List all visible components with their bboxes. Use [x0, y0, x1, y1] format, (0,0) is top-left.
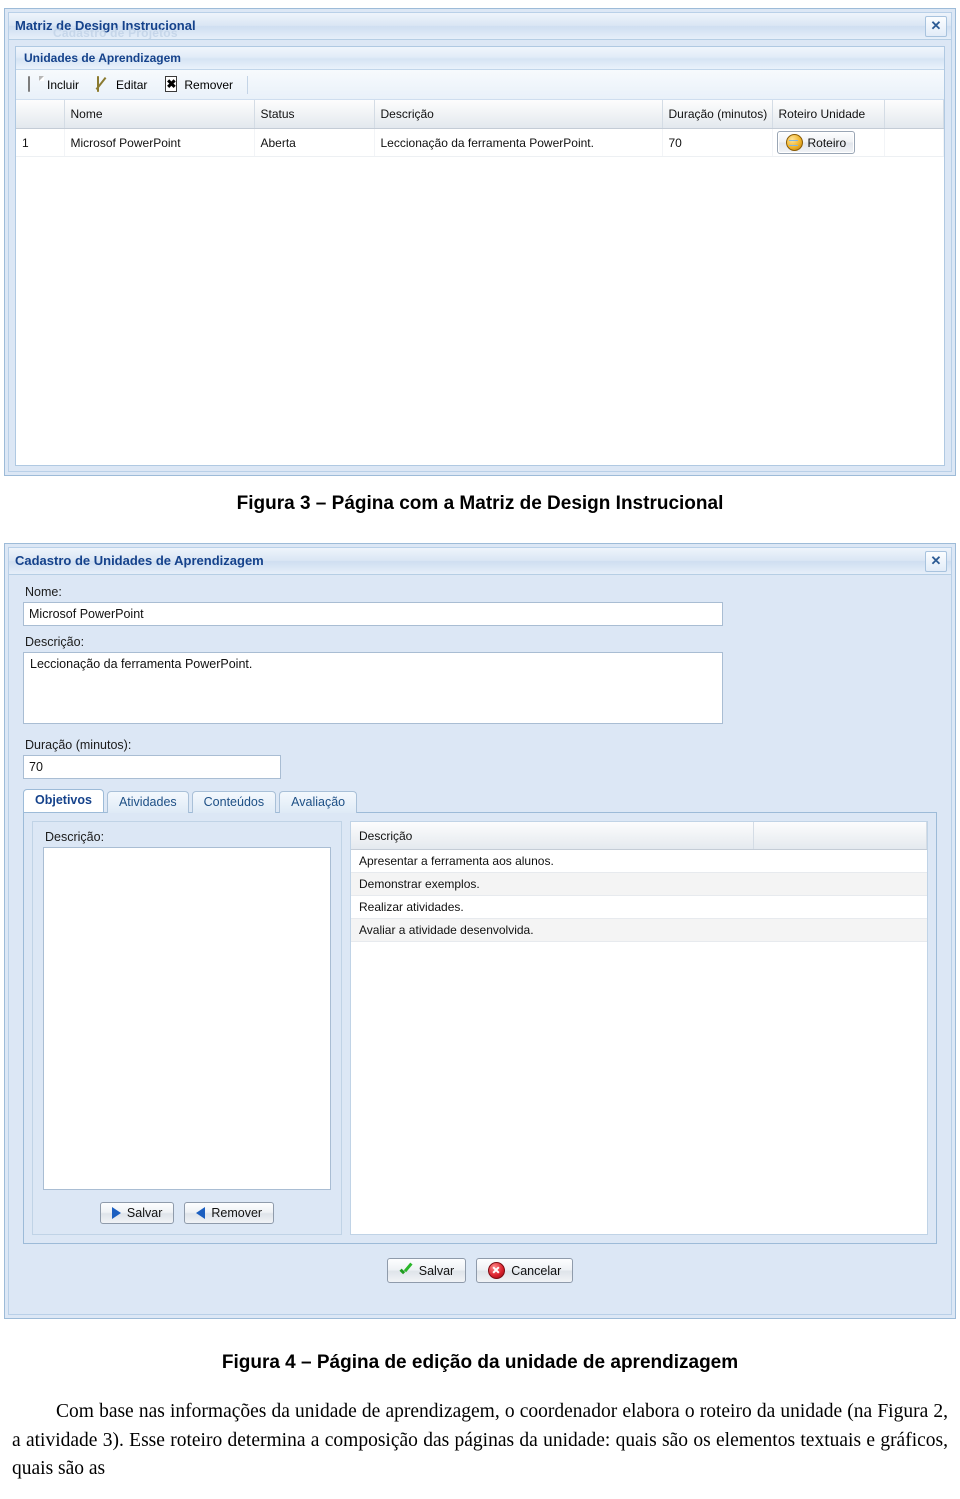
tab-panel-objetivos: Descrição: Salvar Remover Descrição Apre…	[23, 812, 937, 1244]
window1-titlebar: Matriz de Design Instrucional ✕	[9, 13, 951, 40]
objetivo-text: Avaliar a atividade desenvolvida.	[351, 918, 754, 942]
incluir-label: Incluir	[47, 77, 80, 92]
figure-3-caption: Figura 3 – Página com a Matriz de Design…	[236, 493, 724, 514]
cell-descricao: Leccionação da ferramenta PowerPoint.	[374, 128, 663, 157]
cell-nome: Microsof PowerPoint	[64, 128, 255, 157]
cancel-icon	[488, 1262, 506, 1279]
col-nome[interactable]: Nome	[64, 100, 255, 129]
obj-col-spacer[interactable]	[753, 822, 927, 850]
unidades-grid: Nome Status Descrição Duração (minutos) …	[16, 100, 944, 455]
tab-atividades[interactable]: Atividades	[106, 791, 189, 813]
unidades-aprendizagem-panel: Unidades de Aprendizagem Incluir Editar …	[15, 46, 945, 466]
roteiro-button-label: Roteiro	[807, 135, 847, 150]
nome-label: Nome:	[25, 585, 62, 599]
pencil-icon	[97, 76, 112, 92]
cancel-button[interactable]: Cancelar	[476, 1258, 574, 1283]
objetivo-salvar-label: Salvar	[126, 1206, 163, 1220]
unidade-form: Nome: Descrição: Duração (minutos):	[9, 575, 951, 779]
cancel-button-label: Cancelar	[511, 1263, 562, 1278]
roteiro-button[interactable]: Roteiro	[776, 131, 856, 154]
incluir-button[interactable]: Incluir	[22, 74, 85, 95]
editar-button[interactable]: Editar	[91, 74, 153, 95]
objetivos-header-row: Descrição	[351, 822, 927, 850]
window2-titlebar: Cadastro de Unidades de Aprendizagem ✕	[9, 548, 951, 575]
duracao-input[interactable]	[23, 755, 281, 779]
objetivos-list-pane: Descrição Apresentar a ferramenta aos al…	[350, 821, 928, 1235]
objetivo-button-bar: Salvar Remover	[43, 1190, 331, 1226]
window1-title-text: Matriz de Design Instrucional	[15, 18, 196, 33]
col-status[interactable]: Status	[254, 100, 375, 129]
objetivo-remover-label: Remover	[211, 1206, 263, 1220]
window2-inner: Cadastro de Unidades de Aprendizagem ✕ N…	[8, 547, 952, 1315]
figure-4-caption: Figura 4 – Página de edição da unidade d…	[221, 1352, 739, 1373]
table-row[interactable]: 1 Microsof PowerPoint Aberta Leccionação…	[16, 128, 944, 157]
globe-icon	[785, 134, 803, 151]
grid-header-row: Nome Status Descrição Duração (minutos) …	[16, 100, 944, 129]
window1-inner: Matriz de Design Instrucional ✕ Cadastro…	[8, 12, 952, 472]
col-descricao[interactable]: Descrição	[374, 100, 663, 129]
tab-avaliacao[interactable]: Avaliação	[279, 791, 358, 813]
descricao-textarea[interactable]	[23, 652, 723, 724]
col-duracao[interactable]: Duração (minutos)	[662, 100, 773, 129]
editar-label: Editar	[116, 77, 148, 92]
tab-objetivos[interactable]: Objetivos	[23, 789, 104, 812]
remover-button[interactable]: ✖ Remover	[159, 74, 239, 95]
obj-col-descricao[interactable]: Descrição	[351, 822, 755, 850]
objetivo-text: Realizar atividades.	[351, 895, 754, 919]
objetivo-descricao-label: Descrição:	[45, 830, 105, 844]
col-spacer	[884, 100, 944, 129]
objetivo-salvar-button[interactable]: Salvar	[99, 1202, 175, 1224]
save-button[interactable]: Salvar	[386, 1258, 467, 1283]
objetivo-editor-pane: Descrição: Salvar Remover	[32, 821, 342, 1235]
list-item[interactable]: Avaliar a atividade desenvolvida.	[351, 918, 927, 942]
cell-status: Aberta	[254, 128, 375, 157]
body-paragraph: Com base nas informações da unidade de a…	[12, 1398, 948, 1484]
list-item[interactable]: Realizar atividades.	[351, 895, 927, 919]
close-icon[interactable]: ✕	[925, 551, 947, 572]
panel-header: Unidades de Aprendizagem	[16, 47, 944, 70]
grid-toolbar: Incluir Editar ✖ Remover	[16, 70, 944, 100]
tabstrip: Objetivos Atividades Conteúdos Avaliação	[9, 788, 951, 813]
window2-title-text: Cadastro de Unidades de Aprendizagem	[15, 553, 264, 568]
nome-input[interactable]	[23, 602, 723, 626]
col-index[interactable]	[16, 100, 65, 129]
play-right-icon	[111, 1207, 121, 1219]
cell-duracao: 70	[662, 128, 773, 157]
objetivo-remover-button[interactable]: Remover	[184, 1202, 275, 1224]
list-item[interactable]: Demonstrar exemplos.	[351, 872, 927, 896]
cell-roteiro: Roteiro	[772, 128, 885, 157]
objetivos-grid: Descrição Apresentar a ferramenta aos al…	[351, 822, 927, 942]
cell-index: 1	[16, 128, 65, 157]
play-left-icon	[196, 1207, 206, 1219]
dialog-button-bar: Salvar Cancelar	[9, 1244, 951, 1283]
duracao-label: Duração (minutos):	[25, 738, 132, 752]
close-icon[interactable]: ✕	[925, 16, 947, 37]
objetivo-text: Demonstrar exemplos.	[351, 872, 754, 896]
cell-spacer	[884, 128, 944, 157]
check-icon	[399, 1264, 413, 1278]
window-cadastro-unidades: Cadastro de Unidades de Aprendizagem ✕ N…	[4, 543, 956, 1319]
paragraph-text: Com base nas informações da unidade de a…	[12, 1401, 948, 1480]
toolbar-separator	[247, 75, 249, 94]
grid-empty-body	[16, 156, 944, 455]
new-page-icon	[28, 76, 43, 92]
col-roteiro[interactable]: Roteiro Unidade	[772, 100, 885, 129]
list-item[interactable]: Apresentar a ferramenta aos alunos.	[351, 849, 927, 873]
objetivo-descricao-textarea[interactable]	[43, 847, 331, 1190]
x-icon: ✖	[165, 76, 178, 92]
save-button-label: Salvar	[418, 1263, 455, 1278]
tab-conteudos[interactable]: Conteúdos	[191, 791, 277, 813]
descricao-label: Descrição:	[25, 635, 85, 649]
window-matriz-design-instrucional: Matriz de Design Instrucional ✕ Cadastro…	[4, 8, 956, 476]
remover-label: Remover	[184, 77, 234, 92]
objetivo-text: Apresentar a ferramenta aos alunos.	[351, 849, 754, 873]
